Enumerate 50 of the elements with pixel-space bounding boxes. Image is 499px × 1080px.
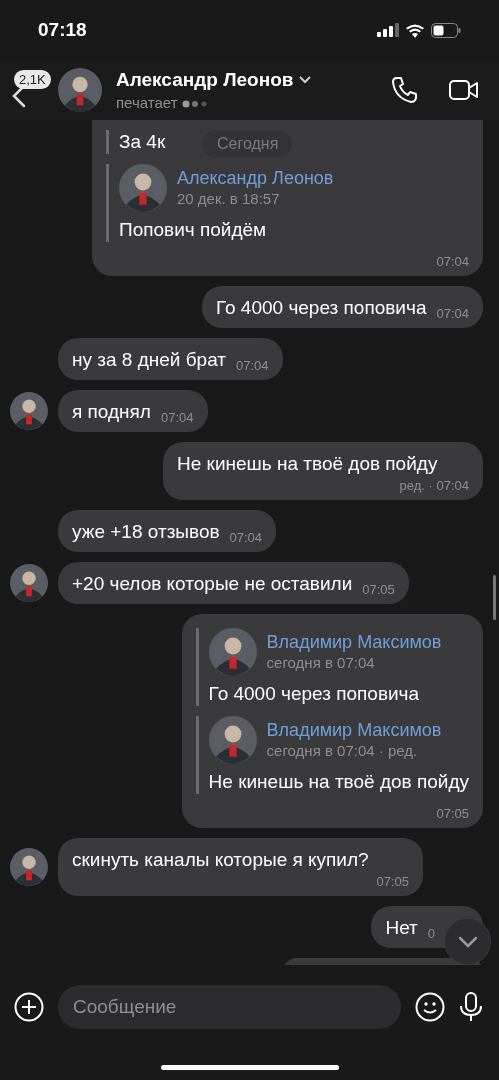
message-time: ред. · 07:04 bbox=[399, 478, 469, 494]
sender-name: Владимир Максимов bbox=[266, 631, 442, 653]
message-time: 0 bbox=[427, 926, 435, 942]
phone-icon[interactable] bbox=[391, 76, 419, 104]
avatar bbox=[208, 628, 257, 676]
message-text: Нет bbox=[385, 916, 418, 940]
message-text: ну за 8 дней брат bbox=[72, 348, 226, 372]
quote-text: Го 4000 через поповича bbox=[208, 682, 420, 706]
message-text: +20 челов которые не оставили bbox=[72, 572, 353, 596]
quote-text: Не кинешь на твоё дов пойду bbox=[208, 770, 469, 794]
avatar bbox=[58, 68, 102, 112]
message-time: 07:04 bbox=[436, 254, 469, 270]
quote-date: 20 дек. в 18:57 bbox=[177, 189, 281, 209]
message-text: скинуть каналы которые я купил? bbox=[72, 848, 369, 872]
chevron-down-icon[interactable] bbox=[299, 76, 312, 84]
message-text: я поднял bbox=[72, 400, 151, 424]
add-icon[interactable] bbox=[14, 992, 44, 1022]
message-time: 07:04 bbox=[236, 358, 269, 374]
chevron-down-icon bbox=[457, 935, 478, 948]
quote-text: Попович пойдём bbox=[119, 218, 267, 242]
quote-text: За 4к bbox=[119, 130, 166, 154]
message-text: уже +18 отзывов bbox=[72, 520, 220, 544]
message-time: 07:04 bbox=[229, 530, 263, 546]
message-field[interactable]: Сообщение bbox=[58, 985, 401, 1029]
avatar bbox=[208, 716, 257, 764]
message-time: 07:05 bbox=[376, 874, 409, 890]
microphone-icon[interactable] bbox=[459, 992, 483, 1022]
message-text: Го 4000 через поповича bbox=[216, 296, 427, 320]
video-camera-icon[interactable] bbox=[449, 79, 479, 101]
sender-name: Владимир Максимов bbox=[266, 719, 442, 741]
scrollbar bbox=[493, 575, 496, 620]
quote-date: сегодня в 07:04 · ред. bbox=[266, 741, 419, 761]
avatar bbox=[119, 164, 167, 212]
typing-status: печатает bbox=[116, 94, 178, 111]
battery-icon bbox=[431, 22, 461, 38]
back-button[interactable]: 2,1K bbox=[12, 68, 56, 112]
unread-count: 2,1K bbox=[14, 70, 51, 89]
clock-time: 07:18 bbox=[38, 19, 87, 41]
smiley-icon[interactable] bbox=[415, 992, 445, 1022]
message-time: 07:04 bbox=[160, 410, 194, 426]
message-text: Не кинешь на твоё дов пойду bbox=[177, 452, 438, 476]
date-label: Сегодня bbox=[203, 130, 293, 158]
wifi-icon bbox=[405, 22, 425, 38]
quote-date: сегодня в 07:04 bbox=[266, 653, 376, 673]
message-time: 07:04 bbox=[436, 306, 469, 322]
message-time: 07:05 bbox=[436, 806, 469, 822]
signal-icon bbox=[377, 23, 399, 37]
sender-name: Александр Леонов bbox=[177, 167, 334, 189]
message-time: 07:05 bbox=[362, 582, 395, 598]
contact-name[interactable]: Александр Леонов bbox=[116, 69, 294, 91]
